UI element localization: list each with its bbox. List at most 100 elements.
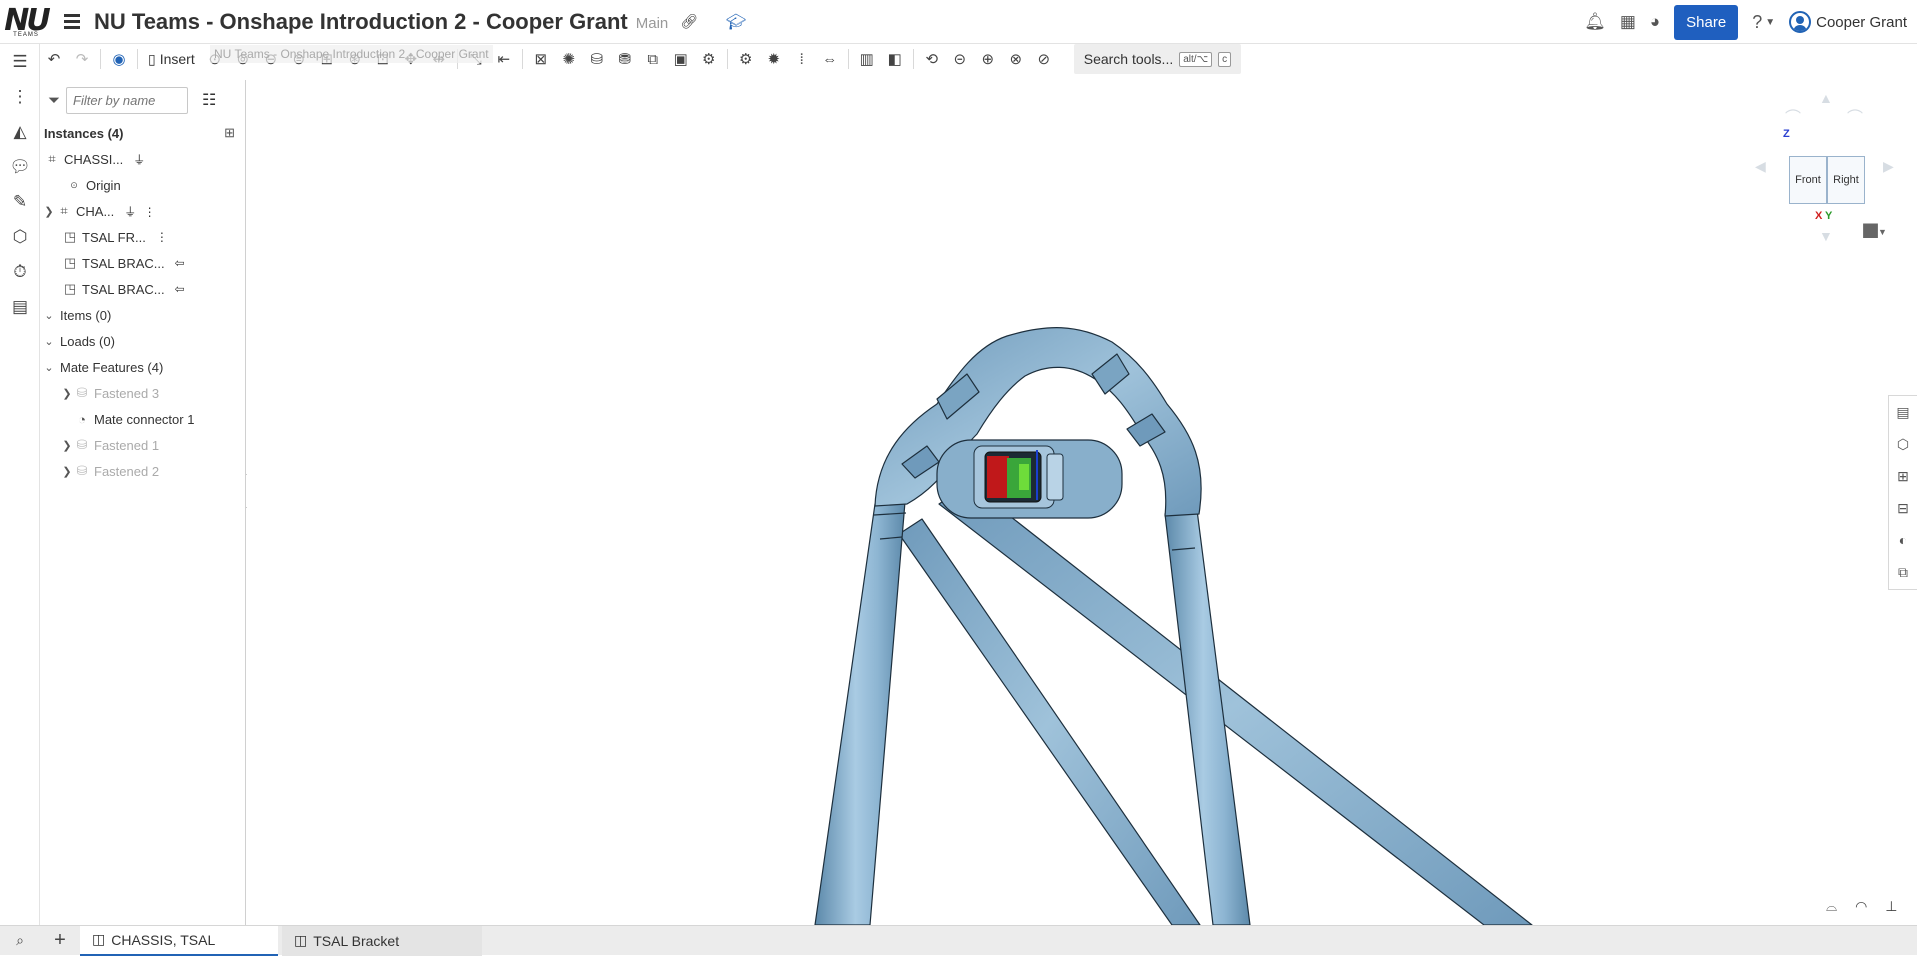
rotate-right-icon[interactable]: ▶: [1883, 158, 1894, 175]
instance-row[interactable]: ◳ TSAL BRAC... ⇦: [40, 250, 245, 276]
link-icon[interactable]: 🔗︎: [680, 13, 698, 30]
graphics-viewport[interactable]: ▲ ◀ ▶ ▼ ⌒ ⌒ Front Right Z X Y ⬛︎▼ ⌓ ◠ ⊥: [247, 74, 1917, 925]
tab-label: CHASSIS, TSAL: [111, 931, 216, 948]
width-mate-icon[interactable]: ⇤: [490, 46, 518, 72]
instance-row[interactable]: ⌗ CHASSI... ⏚: [40, 146, 245, 172]
orbit-cw-icon[interactable]: ⌒: [1847, 104, 1863, 128]
items-section[interactable]: ⌄ Items (0): [40, 302, 245, 328]
chevron-down-icon[interactable]: ⌄: [42, 361, 56, 374]
share-button[interactable]: Share: [1674, 4, 1739, 40]
linear-pattern-icon[interactable]: ⛁: [583, 46, 611, 72]
new-folder-icon[interactable]: ⊞: [224, 125, 235, 141]
user-menu[interactable]: Cooper Grant: [1789, 11, 1907, 33]
chevron-right-icon[interactable]: ❯: [60, 465, 74, 478]
mate-row[interactable]: ❯ ⛁ Fastened 2: [40, 458, 245, 484]
mate-row[interactable]: ❯ ⛁ Fastened 1: [40, 432, 245, 458]
properties-icon[interactable]: ▤: [1889, 396, 1917, 428]
mate-row[interactable]: ❯ ⛁ Fastened 3: [40, 380, 245, 406]
screw-relation-icon[interactable]: ✹: [760, 46, 788, 72]
redo-icon[interactable]: ↷: [68, 46, 96, 72]
help-menu[interactable]: ? ▼: [1752, 12, 1775, 33]
appearance-icon[interactable]: ◭: [0, 114, 40, 149]
rendering-icon[interactable]: ◠: [1855, 898, 1867, 915]
section-icon[interactable]: ⊥: [1885, 898, 1897, 915]
simulation-icon[interactable]: ⊘: [1030, 46, 1058, 72]
mass-properties-icon[interactable]: ⊝: [946, 46, 974, 72]
chevron-right-icon[interactable]: ❯: [60, 387, 74, 400]
notifications-icon[interactable]: 🔔︎: [1584, 12, 1606, 32]
branch-label[interactable]: Main: [636, 15, 669, 32]
rotate-down-icon[interactable]: ▼: [1819, 228, 1833, 244]
tab-chassis-tsal[interactable]: ◫ CHASSIS, TSAL: [80, 925, 278, 956]
rotate-left-icon[interactable]: ◀: [1755, 158, 1766, 175]
limits-icon[interactable]: ⇔: [816, 46, 844, 72]
rack-pinion-icon[interactable]: ⚙︎: [732, 46, 760, 72]
named-positions-icon[interactable]: ▥: [853, 46, 881, 72]
orbit-ccw-icon[interactable]: ⌒: [1785, 104, 1801, 128]
title-tooltip: NU Teams - Onshape Introduction 2 - Coop…: [210, 45, 493, 63]
cube-face-front[interactable]: Front: [1789, 156, 1827, 204]
mate-features-section[interactable]: ⌄ Mate Features (4): [40, 354, 245, 380]
variables-icon[interactable]: ⧉: [1889, 556, 1917, 588]
feature-list-icon[interactable]: ☰: [0, 44, 40, 79]
parts-icon[interactable]: ⬡: [0, 219, 40, 254]
team-logo[interactable]: NU TEAMS: [0, 0, 52, 44]
instance-row[interactable]: ⊙ Origin: [40, 172, 245, 198]
shortcut-key-c: c: [1218, 51, 1232, 67]
cube-face-right[interactable]: Right: [1827, 156, 1865, 204]
instance-panel: ⏷ ☷ Instances (4) ⊞ ⌗ CHASSI... ⏚ ⊙ Orig…: [40, 80, 246, 925]
palette-icon[interactable]: ◕: [1650, 12, 1660, 32]
apps-grid-icon[interactable]: ▦: [1620, 12, 1636, 32]
comments-icon[interactable]: 💬︎: [0, 149, 40, 184]
document-title[interactable]: NU Teams - Onshape Introduction 2 - Coop…: [94, 9, 628, 35]
instance-label: CHASSI...: [64, 151, 124, 167]
view-mode-icon[interactable]: ⬛︎▼: [1863, 222, 1887, 239]
instance-row[interactable]: ◳ TSAL BRAC... ⇦: [40, 276, 245, 302]
search-tools-button[interactable]: Search tools... alt/⌥ c: [1073, 44, 1242, 74]
instance-row[interactable]: ◳ TSAL FR... ⋮: [40, 224, 245, 250]
measure-icon[interactable]: ⟲: [918, 46, 946, 72]
graduation-cap-icon[interactable]: 🎓︎: [726, 12, 746, 32]
refresh-icon[interactable]: ◉: [105, 46, 133, 72]
group-icon[interactable]: ⊠: [527, 46, 555, 72]
chevron-right-icon[interactable]: ❯: [60, 439, 74, 452]
timer-icon[interactable]: ⏱︎: [0, 254, 40, 289]
view-cube[interactable]: ▲ ◀ ▶ ▼ ⌒ ⌒ Front Right Z X Y ⬛︎▼: [1755, 90, 1895, 244]
instance-row[interactable]: ❯ ⌗ CHA... ⏚ ⋮: [40, 198, 245, 224]
bom-panel-icon[interactable]: ⊞: [1889, 460, 1917, 492]
insert-button[interactable]: ▯ Insert: [142, 51, 201, 68]
filter-input[interactable]: [66, 86, 189, 114]
menu-icon[interactable]: [64, 0, 86, 44]
rotate-up-icon[interactable]: ▲: [1819, 90, 1833, 106]
circular-pattern-icon[interactable]: ⛃: [611, 46, 639, 72]
motion-study-icon[interactable]: ⊗: [1002, 46, 1030, 72]
appearance-panel-icon[interactable]: ◐: [1889, 524, 1917, 556]
configurations-icon[interactable]: ⬡: [1889, 428, 1917, 460]
gear-relation-icon[interactable]: ⚙︎: [695, 46, 723, 72]
filter-icon[interactable]: ⏷: [48, 92, 60, 109]
instances-icon[interactable]: ⋮: [0, 79, 40, 114]
tab-search-icon[interactable]: ⌕: [0, 932, 40, 949]
bom-icon[interactable]: ▤: [0, 289, 40, 324]
mate-values-icon[interactable]: ⊟: [1889, 492, 1917, 524]
chevron-down-icon[interactable]: ⌄: [42, 309, 56, 322]
section-view-icon[interactable]: ◧: [881, 46, 909, 72]
mate-row[interactable]: ◔ Mate connector 1: [40, 406, 245, 432]
chassis-model[interactable]: [247, 74, 1917, 925]
fastened-mate-icon: ⛁: [76, 437, 88, 452]
add-tab-icon[interactable]: +: [40, 929, 80, 952]
linear-relation-icon[interactable]: ⦙: [788, 46, 816, 72]
undo-icon[interactable]: ↶: [40, 46, 68, 72]
tab-tsal-bracket[interactable]: ◫ TSAL Bracket: [282, 925, 482, 956]
interference-icon[interactable]: ⊕: [974, 46, 1002, 72]
mirror-icon[interactable]: ⧉: [639, 46, 667, 72]
list-view-icon[interactable]: ☷: [202, 90, 216, 110]
loads-section[interactable]: ⌄ Loads (0): [40, 328, 245, 354]
explode-icon[interactable]: ▣: [667, 46, 695, 72]
chevron-right-icon[interactable]: ❯: [42, 205, 56, 218]
display-states-icon[interactable]: ⌓: [1826, 898, 1837, 915]
mate-connector-icon[interactable]: ✺: [555, 46, 583, 72]
chevron-down-icon: ▼: [1765, 16, 1776, 28]
notes-icon[interactable]: ✎: [0, 184, 40, 219]
chevron-down-icon[interactable]: ⌄: [42, 335, 56, 348]
